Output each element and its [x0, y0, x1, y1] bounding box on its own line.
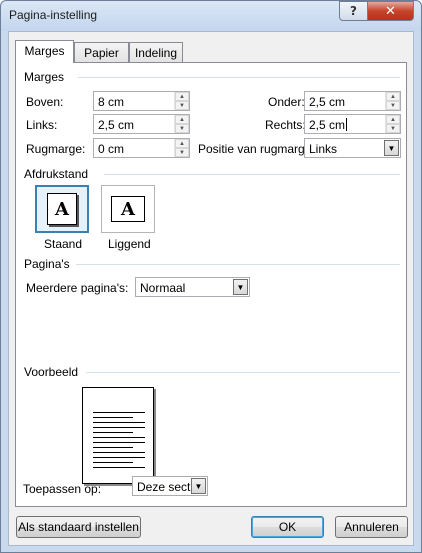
ok-button[interactable]: OK	[251, 516, 324, 538]
gutter-value: 0 cm	[98, 142, 125, 156]
multiple-pages-select[interactable]: Normaal ▼	[135, 277, 250, 297]
title-bar[interactable]: Pagina-instelling ? ✕	[1, 1, 421, 31]
help-button[interactable]: ?	[339, 1, 368, 21]
right-margin-value: 2,5 cm	[309, 118, 346, 132]
preview-text-line	[93, 427, 145, 428]
close-button[interactable]: ✕	[367, 1, 414, 21]
tab-papier[interactable]: Papier	[74, 42, 129, 62]
bottom-margin-spinner[interactable]: ▲ ▼	[385, 92, 400, 110]
right-margin-field[interactable]: 2,5 cm ▲ ▼	[304, 114, 401, 134]
landscape-option[interactable]: A	[101, 185, 155, 233]
left-margin-field[interactable]: 2,5 cm ▲ ▼	[93, 114, 190, 134]
left-margin-value: 2,5 cm	[98, 118, 135, 132]
tab-indeling[interactable]: Indeling	[129, 42, 183, 62]
divider	[78, 77, 400, 78]
gutter-position-select[interactable]: Links ▼	[304, 138, 401, 158]
divider	[86, 372, 400, 373]
multiple-pages-label: Meerdere pagina's:	[26, 281, 129, 295]
portrait-option[interactable]: A	[35, 185, 89, 233]
left-margin-label: Links:	[26, 118, 58, 132]
spin-up-icon[interactable]: ▲	[175, 115, 189, 124]
top-margin-field[interactable]: 8 cm ▲ ▼	[93, 91, 190, 111]
preview-text-line	[93, 412, 145, 413]
portrait-page-icon: A	[47, 193, 77, 225]
right-margin-spinner[interactable]: ▲ ▼	[385, 115, 400, 133]
multiple-pages-value: Normaal	[140, 281, 186, 295]
top-margin-value: 8 cm	[98, 95, 125, 109]
spin-down-icon[interactable]: ▼	[386, 124, 400, 133]
spin-down-icon[interactable]: ▼	[386, 101, 400, 110]
page-setup-dialog: Pagina-instelling ? ✕ Marges Papier Inde…	[0, 0, 422, 553]
bottom-margin-value: 2,5 cm	[309, 95, 346, 109]
gutter-position-value: Links	[309, 142, 338, 156]
top-margin-spinner[interactable]: ▲ ▼	[174, 92, 189, 110]
tab-panel-marges: Marges Boven: 8 cm ▲ ▼ Onder: 2,5 cm ▲ ▼…	[15, 62, 407, 507]
gutter-label: Rugmarge:	[26, 142, 86, 156]
preview-text-line	[93, 432, 133, 433]
spin-up-icon[interactable]: ▲	[386, 115, 400, 124]
bottom-margin-label: Onder:	[268, 95, 305, 109]
gutter-field[interactable]: 0 cm ▲ ▼	[93, 138, 190, 158]
chevron-down-icon[interactable]: ▼	[233, 279, 248, 295]
preview-text-line	[93, 462, 133, 463]
divider	[104, 174, 400, 175]
spin-down-icon[interactable]: ▼	[175, 124, 189, 133]
divider	[76, 264, 400, 265]
text-cursor	[346, 118, 348, 131]
preview-text-line	[93, 417, 133, 418]
dialog-title: Pagina-instelling	[9, 8, 98, 22]
orientation-group-label: Afdrukstand	[24, 167, 89, 181]
spin-up-icon[interactable]: ▲	[175, 92, 189, 101]
preview-page	[82, 387, 154, 484]
pages-group-label: Pagina's	[24, 257, 70, 271]
margins-group-label: Marges	[24, 70, 65, 84]
right-margin-label: Rechts:	[265, 118, 306, 132]
top-margin-label: Boven:	[26, 95, 64, 109]
apply-to-label: Toepassen op:	[23, 482, 102, 496]
portrait-label: Staand	[44, 237, 83, 251]
left-margin-spinner[interactable]: ▲ ▼	[174, 115, 189, 133]
gutter-spinner[interactable]: ▲ ▼	[174, 139, 189, 157]
set-default-button[interactable]: Als standaard instellen	[16, 516, 141, 538]
spin-down-icon[interactable]: ▼	[175, 148, 189, 157]
preview-text-line	[93, 452, 145, 453]
spin-up-icon[interactable]: ▲	[386, 92, 400, 101]
bottom-margin-field[interactable]: 2,5 cm ▲ ▼	[304, 91, 401, 111]
apply-to-select[interactable]: Deze sectie ▼	[132, 476, 208, 496]
preview-text-line	[93, 437, 145, 438]
cancel-button[interactable]: Annuleren	[335, 516, 408, 538]
landscape-page-icon: A	[111, 196, 145, 222]
preview-text-line	[93, 422, 145, 423]
tab-marges[interactable]: Marges	[15, 40, 74, 63]
chevron-down-icon[interactable]: ▼	[384, 140, 399, 156]
spin-up-icon[interactable]: ▲	[175, 139, 189, 148]
preview-text-line	[93, 442, 145, 443]
landscape-label: Liggend	[108, 237, 151, 251]
chevron-down-icon[interactable]: ▼	[191, 478, 206, 494]
dialog-body: Marges Papier Indeling Marges Boven: 8 c…	[8, 31, 414, 546]
gutter-position-label: Positie van rugmarge:	[198, 142, 315, 156]
spin-down-icon[interactable]: ▼	[175, 101, 189, 110]
preview-text-line	[93, 447, 133, 448]
preview-text-line	[93, 457, 145, 458]
preview-text-line	[93, 467, 145, 468]
preview-group-label: Voorbeeld	[24, 365, 79, 379]
